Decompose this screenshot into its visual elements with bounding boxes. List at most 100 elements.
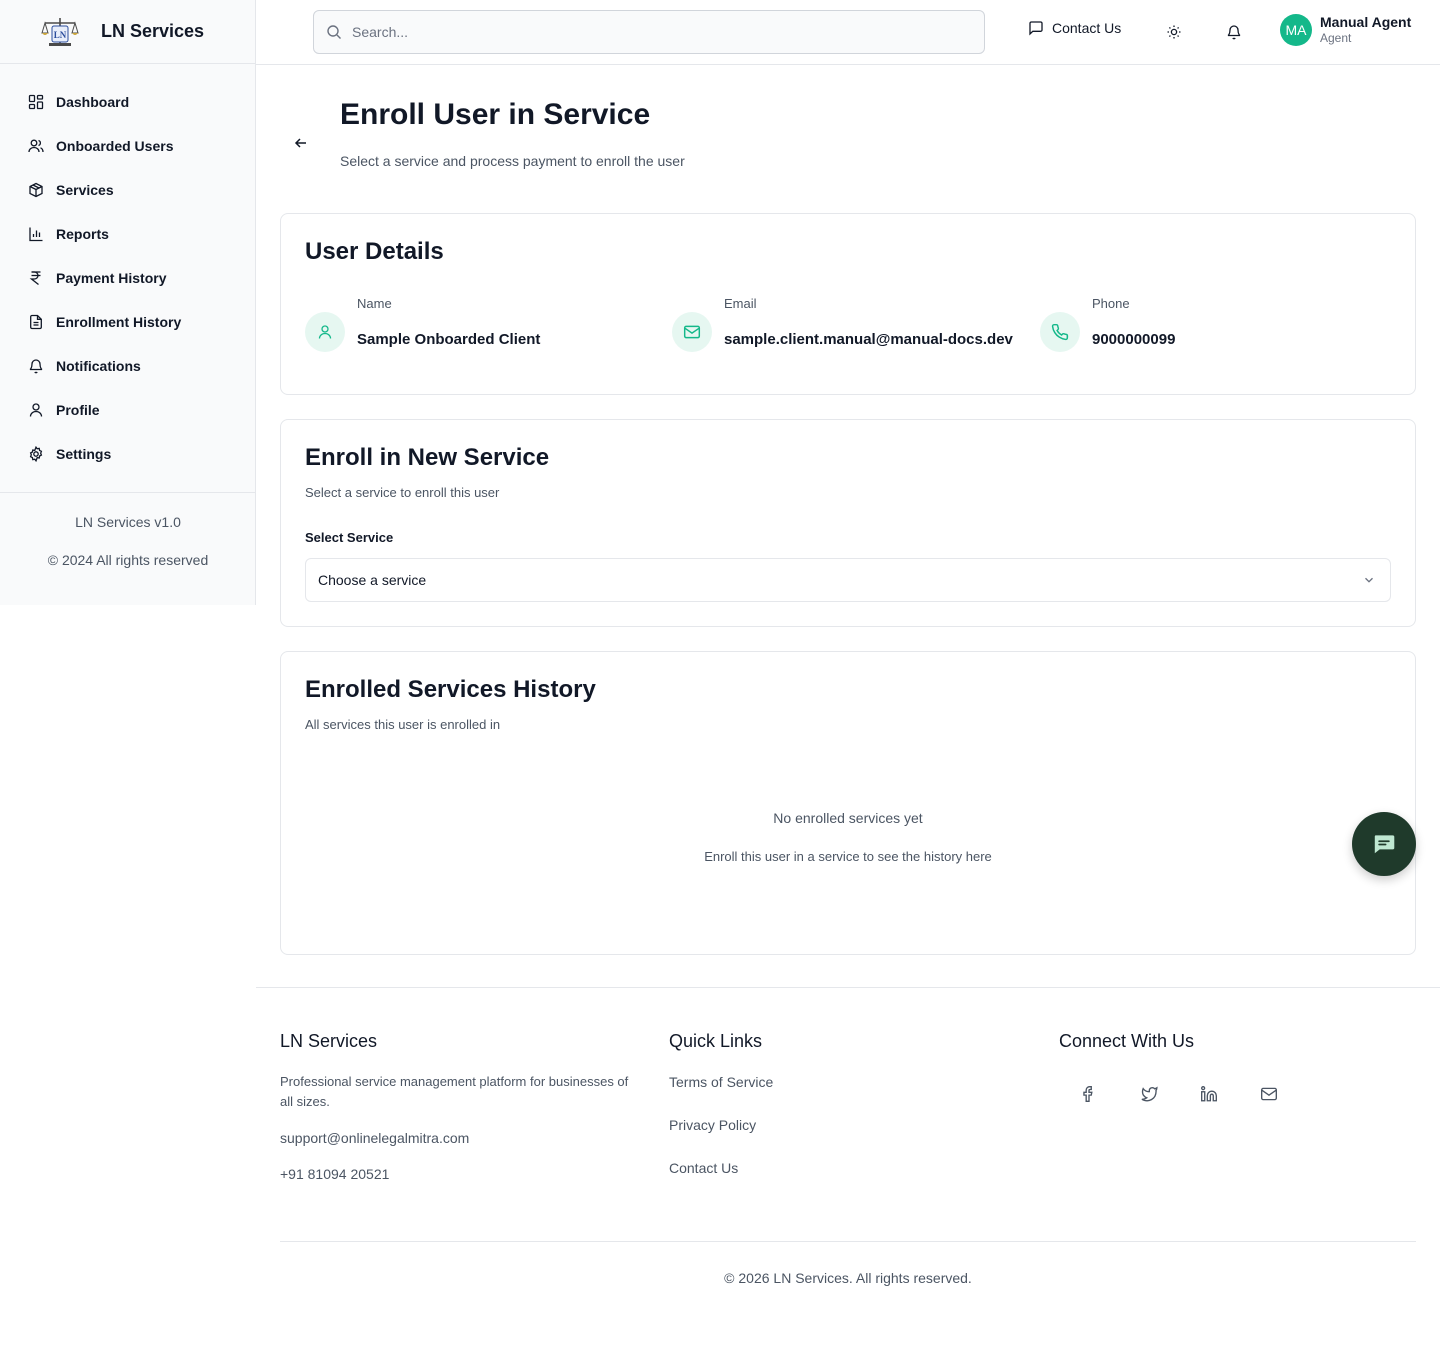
sidebar-item-reports[interactable]: Reports (0, 212, 255, 256)
detail-email-text: Email sample.client.manual@manual-docs.d… (724, 294, 1013, 352)
sun-icon (1167, 25, 1181, 39)
search-input[interactable] (352, 24, 952, 40)
privacy-link[interactable]: Privacy Policy (669, 1117, 773, 1133)
sidebar-item-label: Dashboard (56, 94, 130, 110)
detail-value: Sample Onboarded Client (357, 331, 541, 348)
history-title: Enrolled Services History (305, 676, 596, 703)
bell-icon (29, 359, 43, 374)
chat-button[interactable] (1352, 812, 1416, 876)
detail-value: sample.client.manual@manual-docs.dev (724, 331, 1013, 348)
chevron-down-icon (1365, 577, 1373, 583)
rupee-icon (29, 271, 41, 286)
user-info: Manual Agent Agent (1320, 14, 1411, 45)
notifications-button[interactable] (1224, 22, 1244, 42)
footer-phone[interactable]: +91 81094 20521 (280, 1166, 640, 1182)
empty-state-title: No enrolled services yet (773, 810, 923, 826)
sidebar-item-label: Enrollment History (56, 314, 182, 330)
detail-phone: Phone 9000000099 (1040, 294, 1175, 352)
phone-icon (1040, 312, 1080, 352)
user-details-card: User Details Name Sample Onboarded Clien… (280, 213, 1416, 395)
mail-icon (672, 312, 712, 352)
mail-icon[interactable] (1239, 1084, 1299, 1104)
user-role: Agent (1320, 31, 1352, 46)
linkedin-icon[interactable] (1179, 1084, 1239, 1104)
user-details-title: User Details (305, 238, 444, 265)
sidebar-item-label: Onboarded Users (56, 138, 174, 154)
back-button[interactable] (292, 134, 310, 152)
footer-divider (280, 1241, 1416, 1242)
connect-title: Connect With Us (1059, 1031, 1195, 1051)
sidebar: LN LN Services Dashboard Onboarded Users… (0, 0, 256, 605)
contact-link[interactable]: Contact Us (669, 1160, 773, 1176)
sidebar-item-dashboard[interactable]: Dashboard (0, 80, 255, 124)
detail-label: Phone (1092, 296, 1130, 311)
detail-email: Email sample.client.manual@manual-docs.d… (672, 294, 1013, 352)
contact-us-button[interactable]: Contact Us (1028, 20, 1121, 36)
footer-email[interactable]: support@onlinelegalmitra.com (280, 1130, 640, 1146)
search-icon (327, 25, 341, 39)
footer: LN Services Professional service managem… (256, 987, 1440, 1345)
gear-icon (29, 446, 43, 462)
theme-toggle-button[interactable] (1164, 22, 1184, 42)
svg-text:LN: LN (54, 30, 67, 40)
sidebar-item-enrollment-history[interactable]: Enrollment History (0, 300, 255, 344)
footer-copyright: © 2026 LN Services. All rights reserved. (724, 1270, 972, 1286)
sidebar-item-notifications[interactable]: Notifications (0, 344, 255, 388)
select-service-label: Select Service (305, 530, 394, 545)
history-subtitle: All services this user is enrolled in (305, 717, 501, 732)
terms-link[interactable]: Terms of Service (669, 1074, 773, 1090)
service-select-value: Choose a service (318, 572, 427, 588)
sidebar-item-label: Payment History (56, 270, 167, 286)
sidebar-item-services[interactable]: Services (0, 168, 255, 212)
twitter-icon[interactable] (1119, 1084, 1179, 1104)
detail-name: Name Sample Onboarded Client (305, 294, 540, 352)
package-icon (29, 182, 43, 198)
sidebar-item-label: Reports (56, 226, 109, 242)
avatar: MA (1280, 14, 1312, 46)
users-icon (28, 139, 44, 153)
detail-phone-text: Phone 9000000099 (1092, 294, 1175, 352)
detail-label: Email (724, 296, 757, 311)
sidebar-footer: LN Services v1.0 © 2024 All rights reser… (0, 492, 256, 568)
facebook-icon[interactable] (1059, 1084, 1119, 1104)
footer-connect: Connect With Us (1059, 1031, 1194, 1052)
sidebar-item-onboarded-users[interactable]: Onboarded Users (0, 124, 255, 168)
detail-label: Name (357, 296, 392, 311)
user-menu[interactable]: MA Manual Agent Agent (1280, 14, 1411, 46)
sidebar-item-payment-history[interactable]: Payment History (0, 256, 255, 300)
history-card: Enrolled Services History All services t… (280, 651, 1416, 955)
sidebar-nav: Dashboard Onboarded Users Services Repor… (0, 64, 255, 476)
enroll-subtitle: Select a service to enroll this user (305, 485, 500, 500)
sidebar-item-profile[interactable]: Profile (0, 388, 255, 432)
service-select[interactable]: Choose a service (305, 558, 1391, 602)
enroll-title: Enroll in New Service (305, 444, 550, 471)
message-square-icon (1029, 21, 1043, 36)
bell-icon (1227, 25, 1241, 40)
sidebar-item-label: Profile (56, 402, 100, 418)
sidebar-item-settings[interactable]: Settings (0, 432, 255, 476)
chat-bubble-icon (1374, 835, 1395, 854)
footer-about: LN Services Professional service managem… (280, 1031, 640, 1182)
page-subtitle: Select a service and process payment to … (340, 153, 685, 169)
arrow-left-icon (294, 138, 306, 148)
brand[interactable]: LN LN Services (0, 0, 255, 64)
sidebar-item-label: Settings (56, 446, 112, 462)
dashboard-icon (28, 94, 44, 110)
page-title: Enroll User in Service (340, 98, 651, 131)
footer-quick-links: Quick Links Terms of Service Privacy Pol… (669, 1031, 773, 1176)
brand-name: LN Services (101, 21, 205, 41)
sidebar-copyright: © 2024 All rights reserved (47, 552, 209, 568)
sidebar-item-label: Notifications (56, 358, 141, 374)
user-name: Manual Agent (1320, 14, 1412, 31)
footer-brand: LN Services (280, 1031, 378, 1051)
search-box[interactable] (313, 10, 985, 54)
social-links (1059, 1084, 1299, 1104)
bar-chart-icon (29, 227, 43, 242)
file-text-icon (30, 314, 42, 330)
enroll-card: Enroll in New Service Select a service t… (280, 419, 1416, 627)
quick-links-title: Quick Links (669, 1031, 763, 1051)
app-version: LN Services v1.0 (75, 514, 181, 530)
top-header: Contact Us MA Manual Agent Agent (256, 0, 1440, 65)
scales-logo-icon: LN (40, 15, 80, 49)
empty-state-subtitle: Enroll this user in a service to see the… (704, 849, 992, 864)
